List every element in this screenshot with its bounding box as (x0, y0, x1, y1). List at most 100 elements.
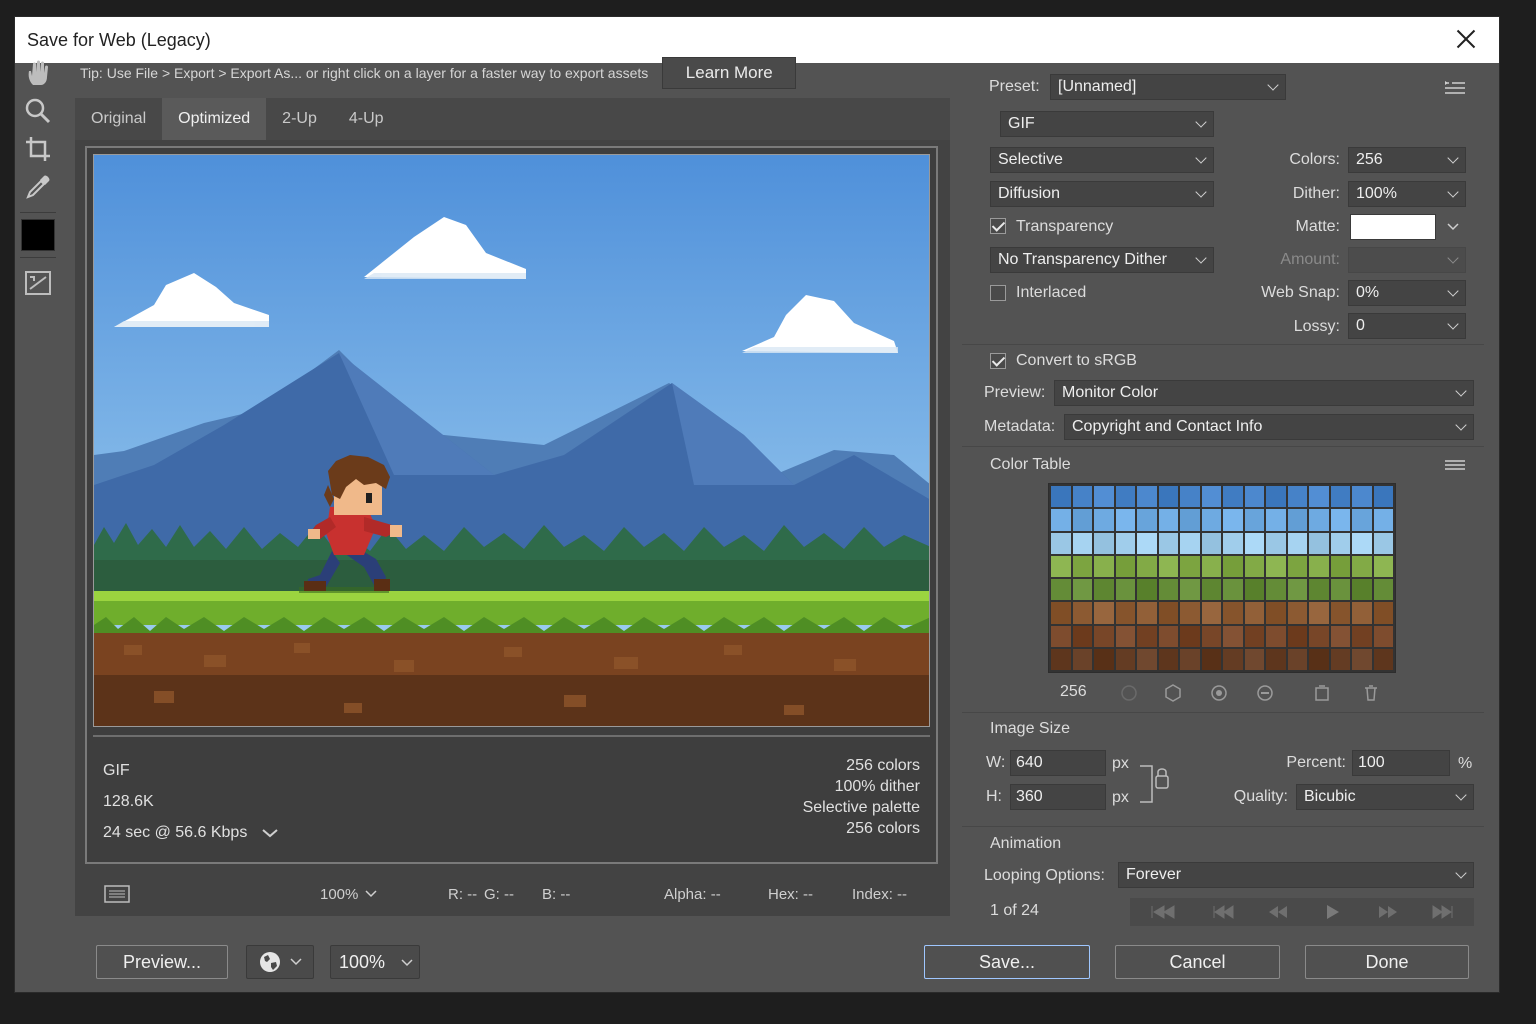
color-swatch[interactable] (1115, 579, 1135, 601)
add-color-icon[interactable] (1256, 684, 1274, 702)
color-table-menu-icon[interactable] (1444, 458, 1466, 472)
color-swatch[interactable] (1266, 555, 1286, 577)
color-swatch[interactable] (1266, 532, 1286, 554)
looping-options-dropdown[interactable]: Forever (1118, 862, 1474, 888)
color-swatch[interactable] (1309, 532, 1329, 554)
color-swatch[interactable] (1373, 625, 1393, 647)
browser-preview-button[interactable] (246, 945, 314, 979)
color-swatch[interactable] (1072, 625, 1092, 647)
convert-srgb-checkbox[interactable] (990, 353, 1006, 369)
color-swatch[interactable] (1223, 579, 1243, 601)
dither-algorithm-dropdown[interactable]: Diffusion (990, 181, 1214, 207)
color-swatch[interactable] (1244, 625, 1264, 647)
color-swatch[interactable] (1051, 625, 1071, 647)
color-swatch[interactable] (1201, 602, 1221, 624)
color-swatch[interactable] (1309, 602, 1329, 624)
transparency-checkbox[interactable] (990, 218, 1006, 234)
file-format-dropdown[interactable]: GIF (1000, 111, 1214, 137)
optimized-preview-pane[interactable]: GIF 128.6K 24 sec @ 56.6 Kbps 256 colors… (85, 146, 938, 864)
colors-dropdown[interactable]: 256 (1348, 147, 1466, 173)
map-to-transparent-icon[interactable] (1120, 684, 1138, 702)
color-swatch[interactable] (1309, 625, 1329, 647)
color-table-grid[interactable] (1048, 483, 1396, 673)
done-button[interactable]: Done (1305, 945, 1469, 979)
color-swatch[interactable] (1051, 602, 1071, 624)
color-swatch[interactable] (1115, 602, 1135, 624)
color-swatch[interactable] (1158, 555, 1178, 577)
color-swatch[interactable] (1287, 579, 1307, 601)
percent-input[interactable]: 100 (1352, 750, 1450, 776)
color-swatch[interactable] (1244, 602, 1264, 624)
color-swatch[interactable] (1244, 648, 1264, 670)
color-swatch[interactable] (1352, 579, 1372, 601)
color-swatch[interactable] (1158, 486, 1178, 508)
zoom-level-dropdown[interactable]: 100% (320, 886, 378, 903)
color-swatch[interactable] (1072, 602, 1092, 624)
metadata-dropdown[interactable]: Copyright and Contact Info (1064, 414, 1474, 440)
preview-dropdown[interactable]: Monitor Color (1054, 380, 1474, 406)
color-swatch[interactable] (1266, 486, 1286, 508)
color-swatch[interactable] (1137, 602, 1157, 624)
next-frame-icon[interactable] (1378, 905, 1398, 919)
slice-select-tool-button[interactable] (18, 130, 58, 168)
eyedropper-color-swatch[interactable] (21, 219, 55, 251)
color-swatch[interactable] (1115, 555, 1135, 577)
color-swatch[interactable] (1094, 579, 1114, 601)
tab-optimized[interactable]: Optimized (162, 98, 267, 140)
color-swatch[interactable] (1373, 486, 1393, 508)
color-swatch[interactable] (1309, 579, 1329, 601)
color-swatch[interactable] (1072, 579, 1092, 601)
color-swatch[interactable] (1051, 648, 1071, 670)
color-swatch[interactable] (1115, 532, 1135, 554)
color-swatch[interactable] (1180, 532, 1200, 554)
color-swatch[interactable] (1373, 579, 1393, 601)
color-swatch[interactable] (1180, 486, 1200, 508)
color-swatch[interactable] (1352, 555, 1372, 577)
color-swatch[interactable] (1158, 602, 1178, 624)
lossy-dropdown[interactable]: 0 (1348, 313, 1466, 339)
color-swatch[interactable] (1330, 555, 1350, 577)
color-swatch[interactable] (1287, 532, 1307, 554)
web-shift-icon[interactable] (1164, 684, 1182, 702)
color-swatch[interactable] (1137, 625, 1157, 647)
learn-more-button[interactable]: Learn More (662, 57, 797, 89)
color-swatch[interactable] (1373, 555, 1393, 577)
tab-original[interactable]: Original (75, 98, 162, 140)
color-swatch[interactable] (1266, 579, 1286, 601)
width-input[interactable]: 640 (1010, 750, 1106, 776)
color-swatch[interactable] (1051, 579, 1071, 601)
color-swatch[interactable] (1180, 555, 1200, 577)
color-swatch[interactable] (1223, 555, 1243, 577)
color-swatch[interactable] (1051, 555, 1071, 577)
color-swatch[interactable] (1223, 486, 1243, 508)
color-swatch[interactable] (1352, 625, 1372, 647)
color-swatch[interactable] (1330, 625, 1350, 647)
chevron-down-icon[interactable] (1446, 222, 1460, 232)
color-swatch[interactable] (1137, 648, 1157, 670)
save-button[interactable]: Save... (924, 945, 1090, 979)
color-swatch[interactable] (1223, 532, 1243, 554)
color-swatch[interactable] (1158, 579, 1178, 601)
close-icon[interactable] (1451, 25, 1481, 55)
color-swatch[interactable] (1094, 602, 1114, 624)
color-swatch[interactable] (1244, 579, 1264, 601)
color-swatch[interactable] (1352, 602, 1372, 624)
matte-color-swatch[interactable] (1350, 214, 1436, 240)
rewind-icon[interactable] (1212, 905, 1234, 919)
preview-image[interactable] (93, 154, 930, 727)
color-swatch[interactable] (1094, 532, 1114, 554)
color-swatch[interactable] (1309, 555, 1329, 577)
color-swatch[interactable] (1115, 625, 1135, 647)
color-swatch[interactable] (1072, 555, 1092, 577)
color-swatch[interactable] (1094, 555, 1114, 577)
color-swatch[interactable] (1201, 648, 1221, 670)
interlaced-checkbox[interactable] (990, 285, 1006, 301)
color-swatch[interactable] (1330, 579, 1350, 601)
color-swatch[interactable] (1330, 648, 1350, 670)
color-swatch[interactable] (1158, 509, 1178, 531)
color-swatch[interactable] (1266, 648, 1286, 670)
color-swatch[interactable] (1266, 509, 1286, 531)
color-swatch[interactable] (1201, 509, 1221, 531)
color-swatch[interactable] (1137, 579, 1157, 601)
quality-dropdown[interactable]: Bicubic (1296, 784, 1474, 810)
